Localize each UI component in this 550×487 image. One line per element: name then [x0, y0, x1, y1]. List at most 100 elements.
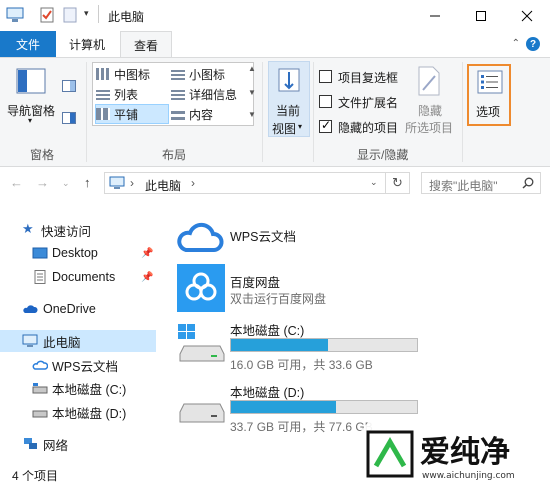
address-bar[interactable]: › 此电脑 › ⌄: [104, 172, 386, 194]
usage-bar-fill: [231, 401, 337, 413]
item-count: 4 个项目: [12, 469, 59, 483]
usage-bar: [230, 400, 418, 414]
chevron-down-icon: ▾: [298, 122, 303, 131]
layout-medium-icons[interactable]: 中图标: [96, 64, 168, 84]
address-bar-row: ← → ⌄ ↑ › 此电脑 › ⌄ ↻ 搜索"此电脑": [0, 167, 550, 199]
layout-details[interactable]: 详细信息: [171, 84, 251, 104]
nav-item-wps[interactable]: WPS云文档: [0, 354, 156, 376]
nav-item-onedrive[interactable]: OneDrive: [0, 298, 156, 320]
options-button[interactable]: 选项: [467, 64, 511, 126]
breadcrumb[interactable]: 此电脑: [145, 177, 181, 194]
tile-free-space: 33.7 GB 可用，共 77.6 GB: [230, 420, 373, 434]
properties-icon[interactable]: [40, 7, 54, 23]
nav-label: 快速访问: [41, 224, 92, 239]
gallery-scroll-up-icon[interactable]: ▲: [248, 64, 256, 73]
tab-computer[interactable]: 计算机: [60, 31, 114, 57]
baidu-netdisk-icon: [177, 264, 225, 312]
watermark-logo: 爱纯净 www.aichunjing.com: [360, 420, 550, 487]
recent-locations-icon[interactable]: ⌄: [62, 178, 70, 189]
divider: [86, 62, 87, 162]
usage-bar-fill: [231, 339, 329, 351]
new-folder-icon[interactable]: [63, 7, 77, 23]
file-extensions-checkbox[interactable]: [319, 95, 332, 108]
ribbon-tabs: 文件 计算机 查看 ⌃ ?: [0, 31, 550, 58]
item-checkboxes-label: 项目复选框: [338, 71, 399, 85]
nav-item-disk-d[interactable]: 本地磁盘 (D:): [0, 401, 156, 423]
layout-list[interactable]: 列表: [96, 84, 168, 104]
group-label-pane: 窗格: [30, 148, 55, 162]
small-icons-icon: [171, 68, 185, 80]
computer-icon[interactable]: [6, 7, 24, 23]
tile-wps[interactable]: WPS云文档: [170, 214, 420, 260]
navigation-pane-icon[interactable]: [16, 68, 46, 94]
search-icon[interactable]: [522, 177, 534, 189]
breadcrumb-separator-icon[interactable]: ›: [130, 176, 134, 190]
ribbon-view: 导航窗格 ▾ 窗格 中图标 小图标 列表 详细信息 平铺 内容 ▲ ▼ ▼ 布局…: [0, 57, 550, 167]
gallery-expand-icon[interactable]: ▼: [248, 110, 256, 119]
nav-item-documents[interactable]: Documents 📌: [0, 266, 156, 288]
item-checkboxes-checkbox[interactable]: [319, 70, 332, 83]
close-icon: [521, 10, 533, 21]
star-icon: ★: [22, 221, 34, 236]
minimize-button[interactable]: [412, 0, 458, 31]
collapse-ribbon-icon[interactable]: ⌃: [512, 38, 520, 49]
options-icon: [477, 70, 503, 94]
customize-toolbar-icon[interactable]: ▾: [84, 8, 89, 19]
search-input[interactable]: 搜索"此电脑": [421, 172, 541, 194]
preview-pane-icon[interactable]: [62, 80, 76, 92]
up-button[interactable]: ↑: [84, 175, 91, 190]
refresh-button[interactable]: ↻: [386, 172, 410, 194]
tab-file[interactable]: 文件: [0, 31, 56, 57]
nav-item-desktop[interactable]: Desktop 📌: [0, 242, 156, 264]
wps-cloud-icon: [177, 222, 224, 252]
wps-cloud-icon: [32, 360, 48, 370]
layout-content[interactable]: 内容: [171, 104, 251, 124]
nav-label: 本地磁盘 (D:): [52, 406, 127, 421]
file-extensions-label: 文件扩展名: [338, 96, 399, 110]
group-label-layout: 布局: [162, 148, 187, 162]
nav-item-disk-c[interactable]: 本地磁盘 (C:): [0, 377, 156, 399]
hide-selected-label-line1: 隐藏: [418, 104, 443, 118]
forward-button[interactable]: →: [36, 175, 49, 190]
pin-icon[interactable]: 📌: [141, 248, 153, 259]
layout-tiles[interactable]: 平铺: [95, 104, 169, 124]
usage-bar: [230, 338, 418, 352]
tile-free-space: 16.0 GB 可用，共 33.6 GB: [230, 358, 373, 372]
layout-label: 列表: [114, 87, 139, 102]
help-icon[interactable]: ?: [526, 37, 540, 51]
content-icon: [171, 108, 185, 120]
search-placeholder: 搜索"此电脑": [429, 179, 498, 193]
tile-disk-c[interactable]: 本地磁盘 (C:) 16.0 GB 可用，共 33.6 GB: [170, 318, 430, 372]
current-view-label-line2: 视图: [272, 122, 297, 136]
breadcrumb-separator-icon[interactable]: ›: [191, 176, 195, 190]
tab-view[interactable]: 查看: [120, 31, 172, 58]
onedrive-icon: [23, 305, 38, 313]
close-button[interactable]: [504, 0, 550, 31]
group-label-show-hide: 显示/隐藏: [357, 148, 409, 162]
details-pane-icon[interactable]: [62, 112, 76, 124]
current-view-button[interactable]: 当前 视图 ▾: [268, 61, 310, 137]
documents-icon: [34, 270, 46, 284]
medium-icons-icon: [96, 68, 110, 80]
maximize-icon: [476, 10, 486, 21]
minimize-icon: [430, 15, 440, 16]
chevron-down-icon[interactable]: ▾: [28, 116, 32, 125]
nav-label: Desktop: [52, 246, 98, 260]
hide-selected-label-line2: 所选项目: [405, 121, 454, 135]
gallery-scroll-down-icon[interactable]: ▼: [248, 88, 256, 97]
tile-title: 本地磁盘 (D:): [230, 386, 305, 400]
hidden-items-checkbox[interactable]: [319, 118, 332, 133]
nav-item-network[interactable]: 网络: [0, 433, 156, 455]
computer-icon: [22, 334, 38, 347]
pin-icon[interactable]: 📌: [141, 272, 153, 283]
computer-icon: [109, 176, 125, 189]
sort-by-icon: [278, 68, 300, 92]
address-dropdown-icon[interactable]: ⌄: [370, 177, 378, 188]
maximize-button[interactable]: [458, 0, 504, 31]
layout-small-icons[interactable]: 小图标: [171, 64, 251, 84]
nav-item-this-pc[interactable]: 此电脑: [0, 330, 156, 352]
back-button[interactable]: ←: [10, 175, 23, 190]
nav-item-quick-access[interactable]: ★ 快速访问: [0, 219, 156, 241]
tile-baidu[interactable]: 百度网盘 双击运行百度网盘: [170, 262, 420, 314]
tile-title: WPS云文档: [230, 230, 296, 244]
